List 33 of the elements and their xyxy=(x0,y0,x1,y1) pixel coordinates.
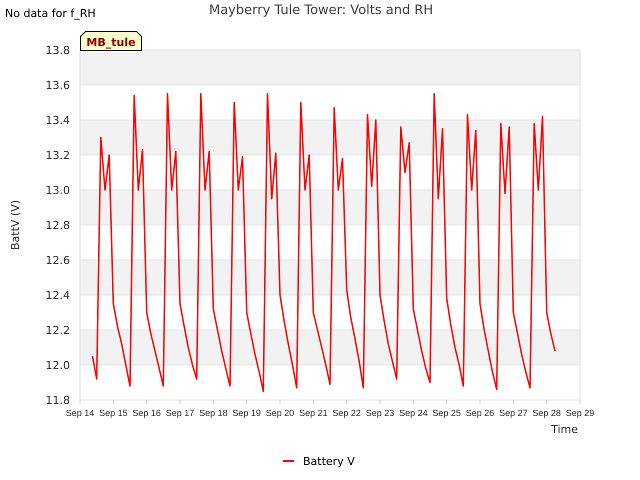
y-tick-label: 12.6 xyxy=(46,254,70,267)
station-tag: MB_tule xyxy=(80,31,142,51)
y-tick-label: 13.4 xyxy=(46,114,70,127)
x-tick-label: Sep 27 xyxy=(499,408,528,418)
x-tick-label: Sep 20 xyxy=(266,408,294,418)
y-axis-title: BattV (V) xyxy=(9,200,22,250)
y-tick-label: 13.8 xyxy=(46,44,70,57)
x-tick-label: Sep 21 xyxy=(299,408,328,418)
y-tick-label: 11.8 xyxy=(46,394,70,407)
x-tick-label: Sep 22 xyxy=(332,408,361,418)
y-tick-label: 13.2 xyxy=(46,149,70,162)
x-tick-label: Sep 23 xyxy=(366,408,394,418)
x-tick-label: Sep 25 xyxy=(432,408,461,418)
y-tick-label: 13.0 xyxy=(46,184,70,197)
x-tick-label: Sep 29 xyxy=(566,408,594,418)
y-tick-label: 12.0 xyxy=(46,359,70,372)
y-tick-label: 12.2 xyxy=(46,324,70,337)
legend-label: Battery V xyxy=(303,455,355,468)
x-tick-label: Sep 16 xyxy=(132,408,161,418)
x-tick-label: Sep 17 xyxy=(166,408,194,418)
chart-title: Mayberry Tule Tower: Volts and RH xyxy=(209,2,434,18)
x-tick-label: Sep 18 xyxy=(199,408,228,418)
y-tick-label: 13.6 xyxy=(46,79,70,92)
y-tick-label: 12.8 xyxy=(46,219,70,232)
x-tick-label: Sep 28 xyxy=(532,408,561,418)
y-tick-label: 12.4 xyxy=(46,289,70,302)
x-tick-label: Sep 26 xyxy=(466,408,494,418)
x-tick-label: Sep 19 xyxy=(232,408,261,418)
x-axis-title: Time xyxy=(551,423,578,436)
x-tick-label: Sep 14 xyxy=(66,408,94,418)
x-tick-label: Sep 15 xyxy=(99,408,128,418)
x-tick-label: Sep 24 xyxy=(399,408,428,418)
no-data-note: No data for f_RH xyxy=(4,6,97,20)
